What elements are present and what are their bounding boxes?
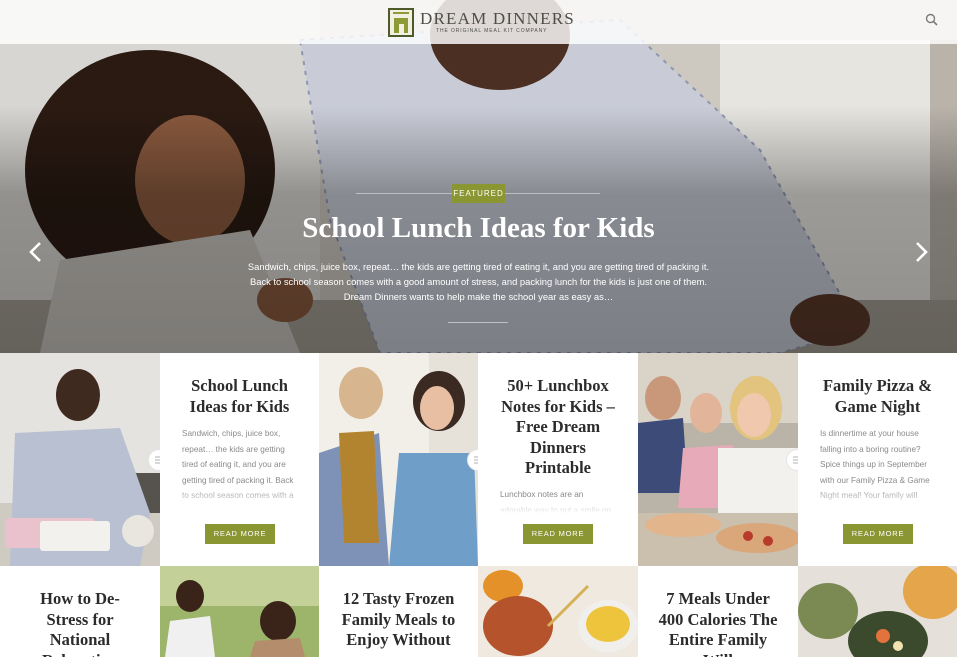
card-photo	[478, 566, 638, 657]
post-card: 7 Meals Under 400 Calories The Entire Fa…	[638, 566, 798, 657]
card-title[interactable]: Family Pizza & Game Night	[813, 376, 943, 417]
logo-tagline: THE ORIGINAL MEAL KIT COMPANY	[436, 27, 548, 34]
card-title[interactable]: 50+ Lunchbox Notes for Kids – Free Dream…	[497, 376, 619, 479]
next-slide-button[interactable]	[912, 241, 930, 263]
card-photo	[160, 566, 319, 657]
prev-slide-button[interactable]	[27, 241, 45, 263]
card-image[interactable]	[478, 566, 638, 657]
card-image[interactable]	[638, 353, 798, 566]
card-title[interactable]: 7 Meals Under 400 Calories The Entire Fa…	[658, 589, 778, 657]
card-photo	[319, 353, 478, 566]
card-photo	[0, 353, 160, 566]
card-title[interactable]: How to De-Stress for National Relaxation	[30, 589, 130, 657]
post-card: Family Pizza & Game Night Is dinnertime …	[798, 353, 957, 566]
read-more-button[interactable]: READ MORE	[205, 524, 275, 544]
card-title[interactable]: School Lunch Ideas for Kids	[180, 376, 300, 417]
card-image[interactable]	[160, 566, 319, 657]
site-header: DREAM DINNERS THE ORIGINAL MEAL KIT COMP…	[0, 0, 957, 44]
hero-title[interactable]: School Lunch Ideas for Kids	[0, 212, 957, 245]
card-excerpt: Sandwich, chips, juice box, repeat… the …	[182, 426, 297, 510]
search-icon	[925, 13, 938, 26]
card-excerpt: Lunchbox notes are an adorable way to pu…	[500, 487, 616, 513]
card-photo	[798, 566, 957, 657]
hero-slider: FEATURED School Lunch Ideas for Kids San…	[0, 0, 957, 353]
chevron-left-icon	[29, 242, 41, 262]
logo-name: DREAM DINNERS	[420, 8, 575, 28]
card-photo	[638, 353, 798, 566]
divider	[448, 322, 508, 323]
card-image[interactable]	[0, 353, 160, 566]
search-button[interactable]	[924, 12, 940, 28]
read-more-button[interactable]: READ MORE	[523, 524, 593, 544]
card-image[interactable]	[798, 566, 957, 657]
post-card: School Lunch Ideas for Kids Sandwich, ch…	[160, 353, 319, 566]
post-card: 50+ Lunchbox Notes for Kids – Free Dream…	[478, 353, 638, 566]
read-more-button[interactable]: READ MORE	[843, 524, 913, 544]
logo-icon	[388, 7, 414, 37]
featured-badge: FEATURED	[452, 184, 505, 203]
card-excerpt: Is dinnertime at your house falling into…	[820, 426, 938, 510]
post-card: 12 Tasty Frozen Family Meals to Enjoy Wi…	[319, 566, 478, 657]
hero-description: Sandwich, chips, juice box, repeat… the …	[247, 261, 710, 302]
card-image[interactable]	[319, 353, 478, 566]
chevron-right-icon	[916, 242, 928, 262]
site-logo[interactable]: DREAM DINNERS THE ORIGINAL MEAL KIT COMP…	[388, 7, 575, 37]
post-card: How to De-Stress for National Relaxation	[0, 566, 160, 657]
card-title[interactable]: 12 Tasty Frozen Family Meals to Enjoy Wi…	[339, 589, 459, 651]
